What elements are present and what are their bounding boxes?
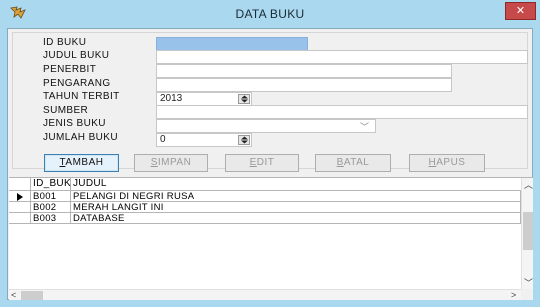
column-header-id-buku[interactable]: ID_BUKU — [31, 178, 78, 191]
batal-label: ATAL — [343, 157, 370, 168]
batal-button[interactable]: BATAL — [315, 154, 391, 172]
tambah-button[interactable]: TAMBAH — [44, 154, 119, 172]
simpan-button[interactable]: SIMPAN — [134, 154, 208, 172]
label-pengarang: PENGARANG — [43, 78, 111, 89]
edit-label: DIT — [256, 157, 275, 168]
edit-mnemonic: E — [249, 157, 257, 168]
cell-id-buku[interactable]: B002 — [31, 202, 71, 213]
window-title: DATA BUKU — [235, 7, 305, 21]
label-id-buku: ID BUKU — [43, 37, 87, 48]
scroll-left-icon[interactable]: < — [11, 290, 16, 300]
vertical-scrollbar[interactable]: ︿ ﹀ — [521, 178, 533, 290]
grid-header-row: ID_BUKU JUDUL — [9, 178, 521, 191]
tahun-terbit-spin-button[interactable] — [238, 94, 250, 104]
book-form-group: ID BUKU JUDUL BUKU PENERBIT PENGARANG TA… — [12, 32, 528, 169]
tahun-terbit-stepper[interactable]: 2013 — [156, 92, 252, 106]
judul-buku-input[interactable] — [156, 50, 528, 64]
table-row[interactable]: B002 MERAH LANGIT INI — [9, 202, 521, 213]
batal-mnemonic: B — [336, 157, 344, 168]
row-selector[interactable] — [9, 191, 31, 202]
cell-id-buku[interactable]: B003 — [31, 213, 71, 224]
hapus-label: APUS — [436, 157, 466, 168]
data-buku-window: DATA BUKU ✕ ID BUKU JUDUL BUKU PENERBIT … — [0, 0, 540, 307]
spin-arrows-icon — [241, 136, 248, 144]
penerbit-input[interactable] — [156, 64, 452, 78]
label-judul-buku: JUDUL BUKU — [43, 50, 110, 61]
cell-id-buku[interactable]: B001 — [31, 191, 71, 202]
column-header-judul[interactable]: JUDUL — [71, 178, 521, 191]
close-button[interactable]: ✕ — [505, 2, 536, 20]
sumber-input[interactable] — [156, 105, 528, 119]
hapus-button[interactable]: HAPUS — [409, 154, 485, 172]
spin-arrows-icon — [241, 95, 248, 103]
books-data-grid[interactable]: ID_BUKU JUDUL B001 PELANGI DI NEGRI RUSA… — [9, 177, 533, 300]
vertical-scroll-thumb[interactable] — [523, 212, 533, 250]
jumlah-buku-value: 0 — [160, 134, 166, 145]
cell-judul[interactable]: PELANGI DI NEGRI RUSA — [71, 191, 521, 202]
id-buku-input[interactable] — [156, 37, 308, 51]
jenis-buku-select[interactable]: ﹀ — [156, 119, 376, 133]
tahun-terbit-value: 2013 — [160, 93, 183, 104]
simpan-mnemonic: S — [150, 157, 158, 168]
table-row[interactable]: B003 DATABASE — [9, 213, 521, 224]
title-bar[interactable]: DATA BUKU ✕ — [0, 0, 540, 28]
label-jenis-buku: JENIS BUKU — [43, 118, 106, 129]
row-selector-header — [9, 178, 31, 191]
resize-grip-icon[interactable] — [521, 289, 533, 300]
horizontal-scroll-thumb[interactable] — [21, 291, 43, 300]
edit-button[interactable]: EDIT — [225, 154, 299, 172]
simpan-label: IMPAN — [157, 157, 192, 168]
scroll-right-icon[interactable]: > — [511, 290, 516, 300]
table-row[interactable]: B001 PELANGI DI NEGRI RUSA — [9, 191, 521, 202]
label-jumlah-buku: JUMLAH BUKU — [43, 132, 118, 143]
label-tahun-terbit: TAHUN TERBIT — [43, 91, 120, 102]
cell-judul[interactable]: DATABASE — [71, 213, 521, 224]
label-penerbit: PENERBIT — [43, 64, 97, 75]
action-buttons-bar: TAMBAH SIMPAN EDIT BATAL HAPUS — [12, 150, 528, 174]
chevron-down-icon: ﹀ — [359, 122, 369, 132]
current-row-pointer-icon — [17, 193, 23, 201]
pengarang-input[interactable] — [156, 78, 452, 92]
jumlah-buku-stepper[interactable]: 0 — [156, 133, 252, 147]
tambah-label: AMBAH — [65, 157, 104, 168]
row-selector[interactable] — [9, 213, 31, 224]
close-icon: ✕ — [515, 5, 526, 17]
jumlah-buku-spin-button[interactable] — [238, 135, 250, 145]
scroll-up-icon[interactable]: ︿ — [524, 180, 533, 190]
horizontal-scrollbar[interactable]: < > — [9, 289, 521, 300]
scroll-down-icon[interactable]: ﹀ — [524, 278, 533, 288]
form-client-area: ID BUKU JUDUL BUKU PENERBIT PENGARANG TA… — [7, 28, 533, 300]
cell-judul[interactable]: MERAH LANGIT INI — [71, 202, 521, 213]
label-sumber: SUMBER — [43, 105, 89, 116]
row-selector[interactable] — [9, 202, 31, 213]
